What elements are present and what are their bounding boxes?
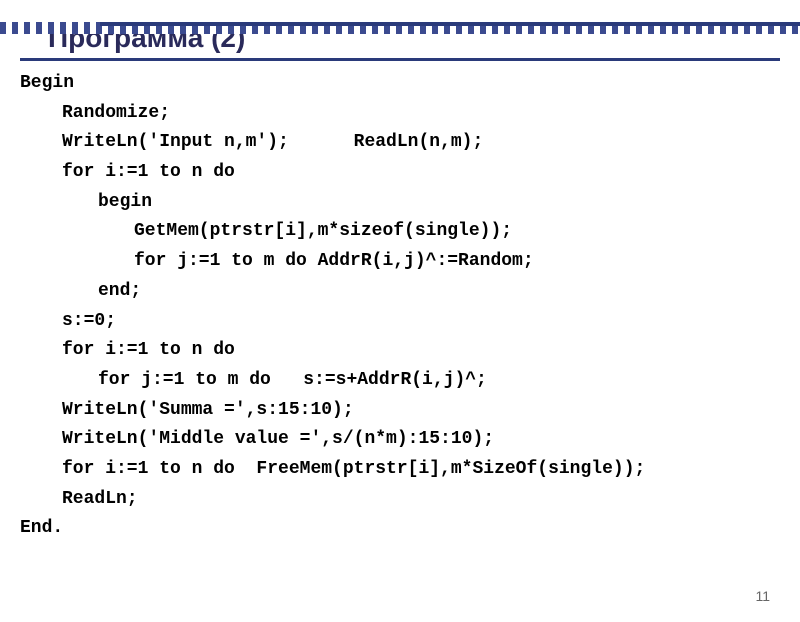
- code-block: Begin Randomize; WriteLn('Input n,m'); R…: [20, 69, 780, 544]
- code-line: Begin: [20, 69, 780, 99]
- code-line: for j:=1 to m do AddrR(i,j)^:=Random;: [20, 247, 780, 277]
- code-line: Randomize;: [20, 99, 780, 129]
- code-line: for j:=1 to m do s:=s+AddrR(i,j)^;: [20, 366, 780, 396]
- code-line: WriteLn('Input n,m'); ReadLn(n,m);: [20, 128, 780, 158]
- code-line: begin: [20, 188, 780, 218]
- code-line: end;: [20, 277, 780, 307]
- code-line: s:=0;: [20, 307, 780, 337]
- code-line: for i:=1 to n do: [20, 158, 780, 188]
- page-number: 11: [755, 588, 770, 604]
- code-line: WriteLn('Middle value =',s/(n*m):15:10);: [20, 425, 780, 455]
- code-line: for i:=1 to n do FreeMem(ptrstr[i],m*Siz…: [20, 455, 780, 485]
- title-underline: [20, 58, 780, 61]
- code-line: End.: [20, 514, 780, 544]
- code-line: WriteLn('Summa =',s:15:10);: [20, 396, 780, 426]
- code-line: GetMem(ptrstr[i],m*sizeof(single));: [20, 217, 780, 247]
- code-line: for i:=1 to n do: [20, 336, 780, 366]
- slide-top-border-solid: [100, 22, 800, 26]
- code-line: ReadLn;: [20, 485, 780, 515]
